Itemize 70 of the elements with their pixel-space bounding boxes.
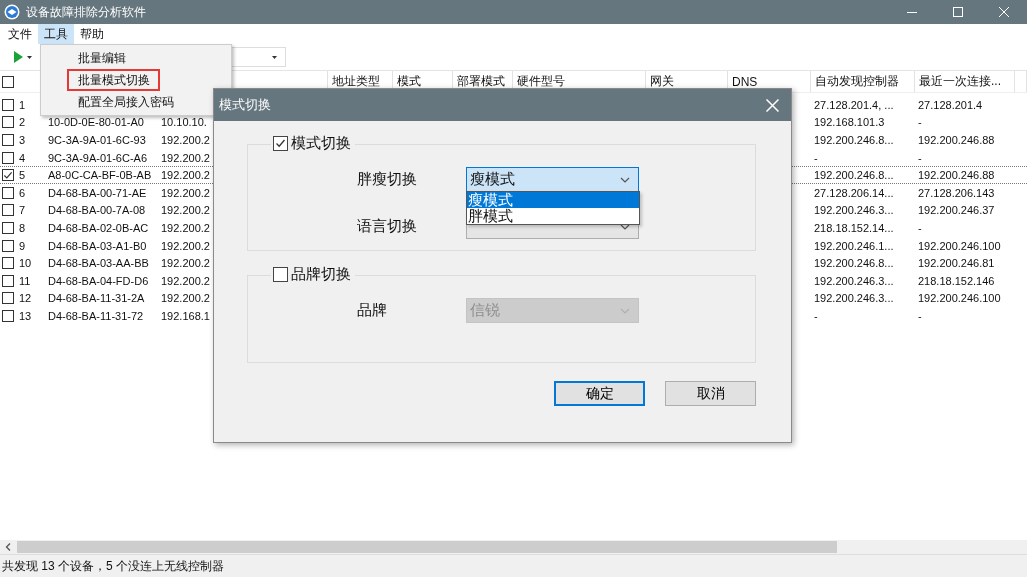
row-number: 13: [19, 309, 32, 322]
row-number: 8: [19, 221, 26, 234]
row-number: 10: [19, 257, 32, 270]
table-cell: 10.10.10.: [161, 116, 207, 129]
table-cell: 192.200.2: [161, 134, 210, 146]
dropdown-field: 信锐: [466, 298, 639, 323]
row-number: 2: [19, 116, 26, 129]
table-cell: 192.168.1: [161, 309, 210, 322]
table-cell: -: [918, 309, 922, 322]
table-cell: 192.200.246.8...: [814, 257, 894, 270]
field-label: 胖瘦切换: [357, 170, 418, 189]
table-cell: 218.18.152.146: [918, 274, 995, 287]
table-cell: 192.200.2: [161, 221, 210, 234]
table-cell: 192.200.246.100: [918, 239, 1001, 252]
table-cell: -: [814, 309, 818, 322]
table-cell: 192.200.246.8...: [814, 134, 894, 146]
table-cell: 9C-3A-9A-01-6C-93: [48, 134, 146, 146]
table-cell: 192.200.2: [161, 151, 210, 164]
table-cell: D4-68-BA-00-7A-08: [48, 204, 146, 217]
row-number: 3: [19, 134, 26, 146]
table-cell: -: [918, 221, 922, 234]
table-cell: 27.128.206.14...: [814, 186, 894, 199]
window-title: 设备故障排除分析软件: [26, 3, 146, 21]
table-cell: A8-0C-CA-BF-0B-AB: [48, 169, 152, 182]
table-cell: D4-68-BA-11-31-72: [48, 309, 144, 322]
table-cell: 192.200.2: [161, 186, 210, 199]
row-number: 6: [19, 186, 26, 199]
table-cell: 192.200.246.37: [918, 204, 995, 217]
table-cell: D4-68-BA-11-31-2A: [48, 292, 145, 305]
table-cell: 192.200.246.3...: [814, 274, 894, 287]
table-cell: -: [814, 151, 818, 164]
table-cell: 192.200.2: [161, 257, 210, 270]
status-text: 共发现 13 个设备，5 个没连上无线控制器: [2, 557, 225, 575]
table-cell: D4-68-BA-02-0B-AC: [48, 221, 149, 234]
row-number: 1: [19, 98, 26, 111]
row-number: 12: [19, 292, 32, 305]
row-number: 4: [19, 151, 26, 164]
table-cell: D4-68-BA-00-71-AE: [48, 186, 147, 199]
field-label: 语言切换: [357, 217, 418, 236]
table-cell: 192.200.2: [161, 292, 210, 305]
table-cell: D4-68-BA-03-A1-B0: [48, 239, 147, 252]
table-cell: 192.200.246.88: [918, 169, 995, 182]
table-cell: -: [918, 116, 922, 129]
table-cell: D4-68-BA-04-FD-D6: [48, 274, 149, 287]
table-cell: D4-68-BA-03-AA-BB: [48, 257, 149, 270]
row-number: 9: [19, 239, 26, 252]
table-cell: -: [918, 151, 922, 164]
row-number: 5: [19, 169, 26, 182]
table-cell: 27.128.206.143: [918, 186, 995, 199]
table-cell: 192.200.2: [161, 204, 210, 217]
table-cell: 192.200.246.8...: [814, 169, 894, 182]
table-cell: 218.18.152.14...: [814, 221, 894, 234]
row-number: 11: [19, 274, 31, 287]
table-cell: 192.200.2: [161, 239, 210, 252]
table-cell: 192.200.246.81: [918, 257, 995, 270]
table-cell: 192.200.2: [161, 274, 210, 287]
table-cell: 9C-3A-9A-01-6C-A6: [48, 151, 148, 164]
table-cell: 192.200.246.1...: [814, 239, 894, 252]
field-label: 品牌: [357, 301, 388, 320]
table-cell: 27.128.201.4, ...: [814, 98, 894, 111]
table-cell: 192.200.246.100: [918, 292, 1001, 305]
row-number: 7: [19, 204, 26, 217]
table-cell: 27.128.201.4: [918, 98, 983, 111]
table-cell: 192.200.246.88: [918, 134, 995, 146]
table-cell: 192.168.101.3: [814, 116, 885, 129]
table-cell: 192.200.246.3...: [814, 292, 894, 305]
table-cell: 10-0D-0E-80-01-A0: [48, 116, 144, 129]
dialog-title: 模式切换: [219, 96, 271, 114]
table-cell: 192.200.246.3...: [814, 204, 894, 217]
table-cell: 192.200.2: [161, 169, 210, 182]
